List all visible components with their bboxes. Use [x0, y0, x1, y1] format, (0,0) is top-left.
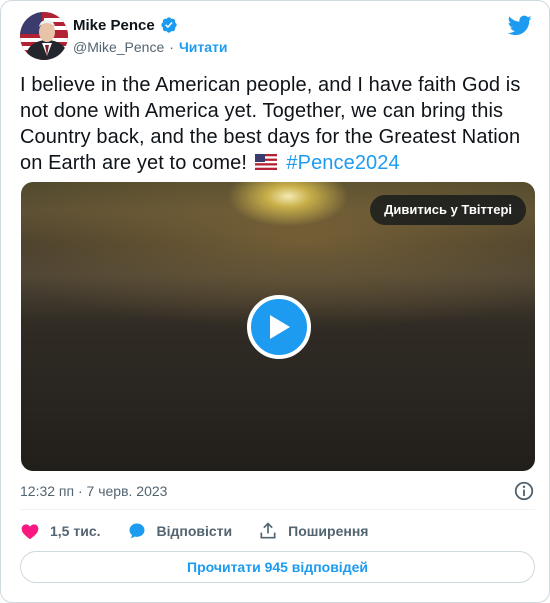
twitter-bird-icon[interactable] — [508, 13, 532, 37]
video-thumbnail[interactable]: Дивитись у Твіттері — [21, 182, 535, 471]
author-handle[interactable]: @Mike_Pence — [73, 39, 164, 55]
author-handle-row: @Mike_Pence · Читати — [73, 39, 228, 55]
heart-icon — [21, 524, 39, 539]
like-button[interactable]: 1,5 тис. — [20, 521, 101, 541]
hashtag-link[interactable]: #Pence2024 — [286, 152, 399, 174]
tweet-card: Mike Pence @Mike_Pence · Читати I believ… — [0, 0, 550, 603]
avatar-image — [20, 12, 68, 60]
follow-button[interactable]: Читати — [179, 39, 228, 55]
tweet-text: I believe in the American people, and I … — [20, 72, 535, 176]
separator-dot: · — [169, 39, 174, 55]
share-button[interactable]: Поширення — [258, 521, 368, 541]
like-count: 1,5 тис. — [50, 523, 101, 539]
us-flag-icon — [254, 154, 277, 170]
reply-label: Відповісти — [156, 523, 233, 539]
verified-badge-icon — [161, 17, 177, 33]
play-icon — [270, 315, 290, 339]
read-replies-button[interactable]: Прочитати 945 відповідей — [20, 551, 535, 583]
author-name[interactable]: Mike Pence — [73, 17, 155, 34]
reply-button[interactable]: Відповісти — [127, 521, 233, 541]
info-icon[interactable] — [513, 480, 535, 502]
tweet-actions: 1,5 тис. Відповісти Поширення — [20, 519, 394, 543]
share-icon — [260, 522, 276, 539]
avatar[interactable] — [20, 12, 68, 60]
tweet-timestamp[interactable]: 12:32 пп · 7 черв. 2023 — [20, 483, 167, 499]
reply-bubble-icon — [129, 523, 144, 539]
share-label: Поширення — [288, 523, 369, 539]
author-name-row: Mike Pence — [73, 16, 178, 34]
watch-on-twitter-button[interactable]: Дивитись у Твіттері — [370, 195, 526, 225]
play-button[interactable] — [247, 295, 311, 359]
divider — [20, 509, 535, 510]
